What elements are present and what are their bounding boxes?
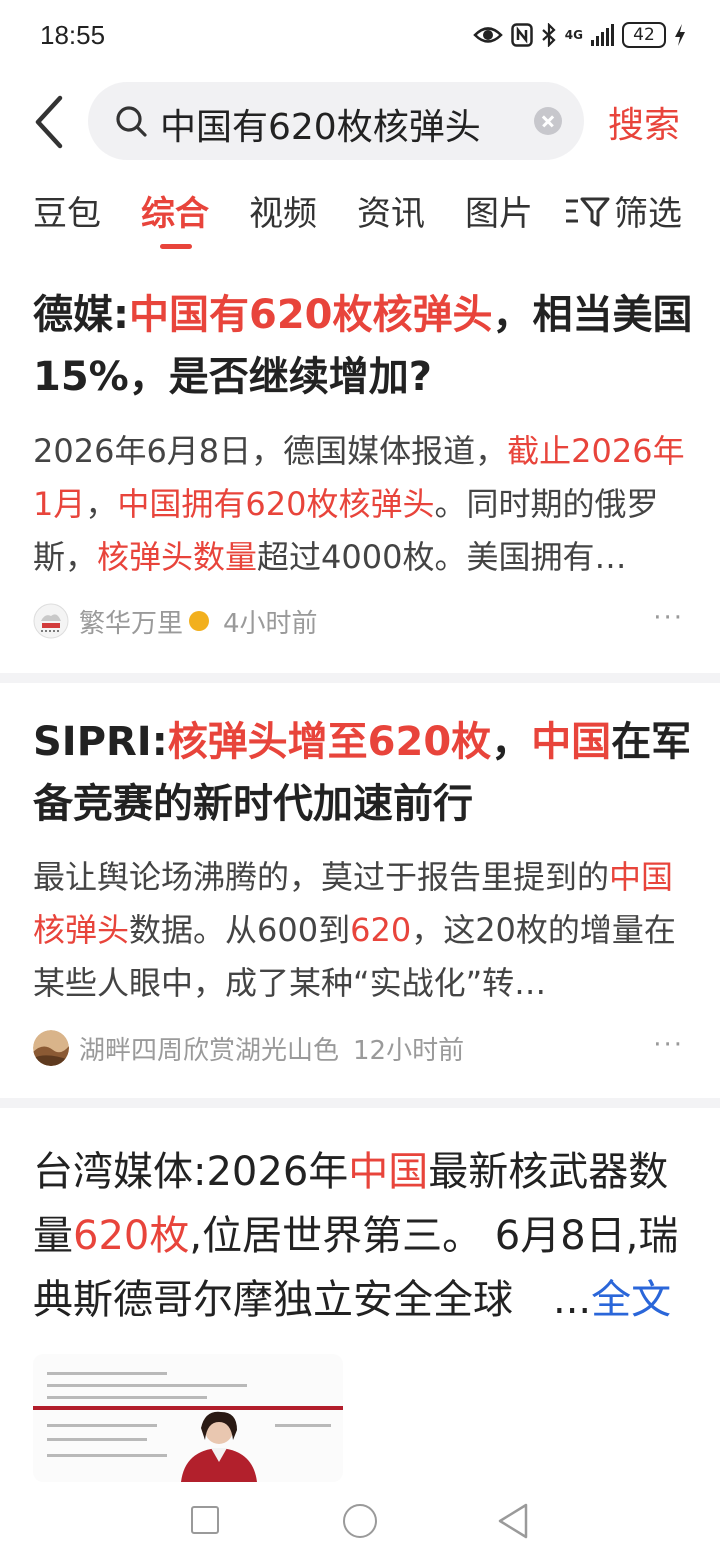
tab-news[interactable]: 资讯 xyxy=(357,186,425,235)
avatar[interactable] xyxy=(33,603,69,639)
tab-video[interactable]: 视频 xyxy=(249,186,317,235)
status-icons: 4G 42 xyxy=(473,18,686,52)
status-bar: 18:55 4G 42 xyxy=(0,0,720,70)
search-icon xyxy=(116,106,147,137)
snippet-part: ， xyxy=(85,485,118,523)
tab-comprehensive[interactable]: 综合 xyxy=(141,186,209,235)
result-card-1[interactable]: 德媒:中国有620枚核弹头，相当美国15%，是否继续增加? 2026年6月8日，… xyxy=(0,258,720,668)
eye-icon xyxy=(473,27,503,43)
publish-time: 4小时前 xyxy=(223,608,318,639)
divider xyxy=(0,673,720,683)
thumbnail-text-line xyxy=(275,1424,331,1427)
thumbnail-text-line xyxy=(47,1384,247,1387)
status-time: 18:55 xyxy=(40,20,106,50)
thumbnail-person xyxy=(181,1411,257,1482)
nfc-icon xyxy=(511,23,533,47)
thumbnail-text-line xyxy=(47,1424,157,1427)
system-nav-bar xyxy=(0,1482,720,1560)
snippet-part: 超过4000枚。美国拥有… xyxy=(257,538,627,576)
snippet-highlight: 核弹头数量 xyxy=(97,538,258,576)
tab-doubao[interactable]: 豆包 xyxy=(33,186,101,235)
back-icon[interactable] xyxy=(496,1502,530,1540)
active-tab-indicator xyxy=(160,244,192,249)
thumbnail-text-line xyxy=(47,1438,147,1441)
charging-icon xyxy=(675,24,685,46)
filter-button[interactable]: 筛选 xyxy=(564,186,682,235)
avatar[interactable] xyxy=(33,1030,69,1066)
clear-icon[interactable] xyxy=(534,107,562,135)
title-highlight: 核弹头增至620枚 xyxy=(167,719,492,765)
full-text-link[interactable]: 全文 xyxy=(591,1277,671,1323)
article-snippet: 最让舆论场沸腾的，莫过于报告里提到的中国核弹头数据。从600到620，这20枚的… xyxy=(33,851,688,1010)
search-query[interactable]: 中国有620枚核弹头 xyxy=(160,98,481,150)
network-type: 4G xyxy=(564,28,583,42)
home-icon[interactable] xyxy=(343,1504,377,1538)
thumbnail-text-line xyxy=(47,1372,167,1375)
article-meta: 繁华万里 4小时前 xyxy=(33,603,318,639)
title-highlight: 620枚 xyxy=(73,1213,190,1259)
article-title[interactable]: 德媒:中国有620枚核弹头，相当美国15%，是否继续增加? xyxy=(33,284,693,408)
title-highlight: 中国有620枚核弹头 xyxy=(129,292,493,338)
title-part: 台湾媒体:2026年 xyxy=(33,1149,349,1195)
title-part: 德媒: xyxy=(33,292,129,338)
snippet-highlight: 620 xyxy=(350,911,412,949)
verified-badge-icon xyxy=(189,611,210,631)
snippet-highlight: 中国拥有620枚核弹头 xyxy=(117,485,435,523)
tab-images[interactable]: 图片 xyxy=(465,186,533,235)
snippet-part: 2026年6月8日，德国媒体报道， xyxy=(33,432,508,470)
bluetooth-icon xyxy=(542,23,556,47)
recent-apps-icon[interactable] xyxy=(191,1506,219,1534)
thumbnail-text-line xyxy=(47,1454,167,1457)
title-highlight: 中国 xyxy=(531,719,612,765)
title-part: ， xyxy=(491,719,532,765)
snippet-part: 数据。从600到 xyxy=(129,911,351,949)
filter-label: 筛选 xyxy=(614,194,682,234)
author-name[interactable]: 繁华万里 xyxy=(79,603,183,640)
publish-time: 12小时前 xyxy=(353,1035,465,1066)
more-options-icon[interactable]: ··· xyxy=(653,1030,684,1060)
article-thumbnail[interactable] xyxy=(33,1354,343,1482)
search-input[interactable]: 中国有620枚核弹头 xyxy=(88,82,584,160)
more-options-icon[interactable]: ··· xyxy=(653,603,684,633)
title-part: SIPRI: xyxy=(33,719,168,765)
tab-bar: 豆包 综合 视频 资讯 图片 筛选 xyxy=(0,186,720,250)
filter-icon xyxy=(566,197,610,226)
article-snippet: 2026年6月8日，德国媒体报道，截止2026年1月，中国拥有620枚核弹头。同… xyxy=(33,425,688,584)
divider xyxy=(0,1098,720,1108)
signal-icon xyxy=(591,24,614,46)
article-title[interactable]: SIPRI:核弹头增至620枚，中国在军备竞赛的新时代加速前行 xyxy=(33,711,693,835)
search-button[interactable]: 搜索 xyxy=(608,96,680,148)
article-meta: 湖畔四周欣赏湖光山色 12小时前 xyxy=(33,1030,464,1066)
back-arrow-icon[interactable] xyxy=(26,92,76,152)
battery-icon: 42 xyxy=(622,22,666,48)
result-card-2[interactable]: SIPRI:核弹头增至620枚，中国在军备竞赛的新时代加速前行 最让舆论场沸腾的… xyxy=(0,683,720,1098)
title-highlight: 中国 xyxy=(348,1149,429,1195)
author-name[interactable]: 湖畔四周欣赏湖光山色 xyxy=(79,1030,339,1067)
thumbnail-text-line xyxy=(47,1396,207,1399)
snippet-part: 最让舆论场沸腾的，莫过于报告里提到的 xyxy=(33,858,610,896)
article-title[interactable]: 台湾媒体:2026年中国最新核武器数量620枚,位居世界第三。 6月8日,瑞典斯… xyxy=(33,1140,693,1332)
